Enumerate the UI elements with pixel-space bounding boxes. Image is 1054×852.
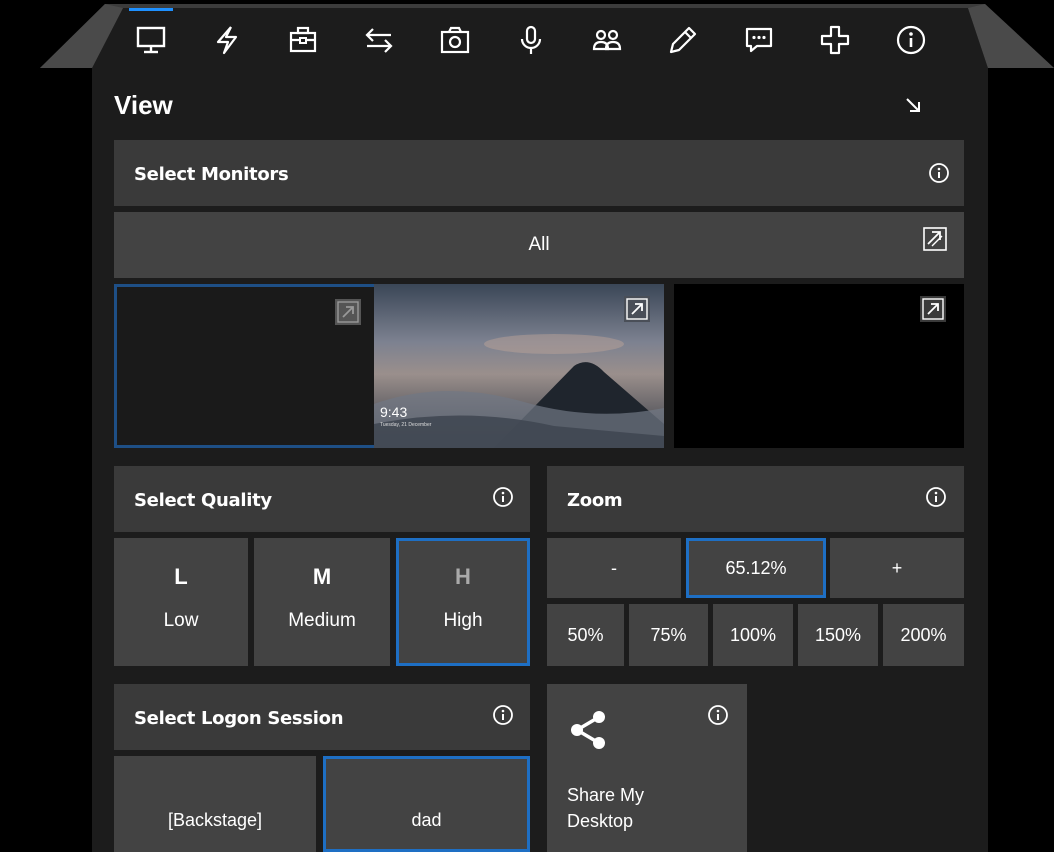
zoom-out-button[interactable]: -: [547, 538, 681, 598]
quality-high-letter: H: [455, 564, 471, 589]
info-icon[interactable]: [707, 704, 729, 726]
toolbar-annotate-button[interactable]: [659, 14, 707, 64]
zoom-preset-50-button[interactable]: 50%: [547, 604, 624, 666]
toolbar-participants-button[interactable]: [583, 14, 631, 64]
toolbar-screenshot-button[interactable]: [431, 14, 479, 64]
zoom-in-button[interactable]: +: [830, 538, 964, 598]
collapse-button[interactable]: [898, 90, 930, 122]
zoom-header: Zoom: [547, 466, 964, 532]
share-desktop-label: Share My Desktop: [567, 782, 644, 834]
quality-medium-label: Medium: [288, 610, 356, 631]
lightning-icon: [216, 26, 238, 55]
pencil-icon: [669, 26, 697, 54]
share-desktop-button[interactable]: Share My Desktop: [547, 684, 747, 852]
share-desktop-label-line1: Share My: [567, 785, 645, 805]
logon-header: Select Logon Session: [114, 684, 530, 750]
microphone-icon: [520, 25, 542, 54]
quality-medium-button[interactable]: M Medium: [254, 538, 390, 666]
monitors-header-label: Select Monitors: [134, 164, 289, 185]
logon-session-dad-button[interactable]: dad: [323, 756, 530, 852]
logon-header-label: Select Logon Session: [134, 708, 344, 729]
camera-icon: [440, 26, 470, 54]
zoom-preset-200-button[interactable]: 200%: [883, 604, 964, 666]
monitor-3-popout-button[interactable]: [920, 296, 946, 322]
quality-high-label: High: [443, 610, 483, 631]
info-icon[interactable]: [925, 486, 947, 508]
monitor-3-thumbnail[interactable]: [674, 284, 964, 448]
users-icon: [592, 29, 622, 51]
share-desktop-label-line2: Desktop: [567, 811, 634, 831]
toolbar-view-button[interactable]: [127, 8, 175, 64]
lockscreen-time: 9:43: [380, 404, 408, 420]
all-monitors-button[interactable]: All: [114, 212, 964, 278]
main-toolbar: [123, 8, 968, 70]
toolbar-about-button[interactable]: [887, 14, 935, 64]
zoom-value-field[interactable]: 65.12%: [686, 538, 826, 598]
logon-session-dad-label: dad: [411, 810, 442, 830]
logon-session-backstage-button[interactable]: [Backstage]: [114, 756, 316, 852]
arrow-down-right-icon: [906, 98, 920, 112]
zoom-preset-150-button[interactable]: 150%: [798, 604, 878, 666]
monitors-header: Select Monitors: [114, 140, 964, 206]
all-monitors-label: All: [528, 234, 550, 255]
transfer-arrows-icon: [365, 28, 393, 53]
info-icon[interactable]: [492, 486, 514, 508]
toolbox-icon: [289, 26, 317, 53]
zoom-preset-75-button[interactable]: 75%: [629, 604, 708, 666]
toolbar-tools-button[interactable]: [279, 14, 327, 64]
quality-low-letter: L: [174, 564, 188, 589]
logon-session-backstage-label: [Backstage]: [167, 810, 263, 830]
toolbar-chat-button[interactable]: [735, 14, 783, 64]
toolbar-file-transfer-button[interactable]: [355, 14, 403, 64]
quality-header-label: Select Quality: [134, 490, 272, 511]
popout-icon: [337, 301, 359, 323]
quality-high-button[interactable]: H High: [396, 538, 530, 666]
quality-low-button[interactable]: L Low: [114, 538, 248, 666]
zoom-preset-100-button[interactable]: 100%: [713, 604, 793, 666]
monitor-icon: [136, 26, 166, 54]
monitor-1-popout-button[interactable]: [335, 299, 361, 325]
lockscreen-date: Tuesday, 21 December: [380, 422, 432, 428]
info-icon[interactable]: [928, 162, 950, 184]
toolbar-actions-button[interactable]: [203, 14, 251, 64]
quality-header: Select Quality: [114, 466, 530, 532]
monitor-1-thumbnail[interactable]: [114, 284, 404, 448]
monitor-2-popout-button[interactable]: [624, 296, 650, 322]
monitor-2-thumbnail[interactable]: 9:43 Tuesday, 21 December: [374, 284, 664, 448]
quality-low-label: Low: [163, 610, 199, 631]
toolbar-audio-button[interactable]: [507, 14, 555, 64]
info-icon: [896, 25, 926, 55]
toolbar-extras-button[interactable]: [811, 14, 859, 64]
quality-medium-letter: M: [312, 564, 332, 589]
share-icon: [571, 711, 605, 749]
view-panel: View Select Monitors All 9:43 Tuesday, 2…: [92, 68, 988, 852]
plus-icon: [820, 25, 850, 55]
popout-icon: [626, 298, 648, 320]
popout-icon: [922, 298, 944, 320]
panel-title: View: [114, 90, 173, 120]
chat-icon: [745, 27, 773, 53]
popout-all-icon[interactable]: [922, 226, 948, 252]
zoom-header-label: Zoom: [567, 490, 623, 511]
info-icon[interactable]: [492, 704, 514, 726]
